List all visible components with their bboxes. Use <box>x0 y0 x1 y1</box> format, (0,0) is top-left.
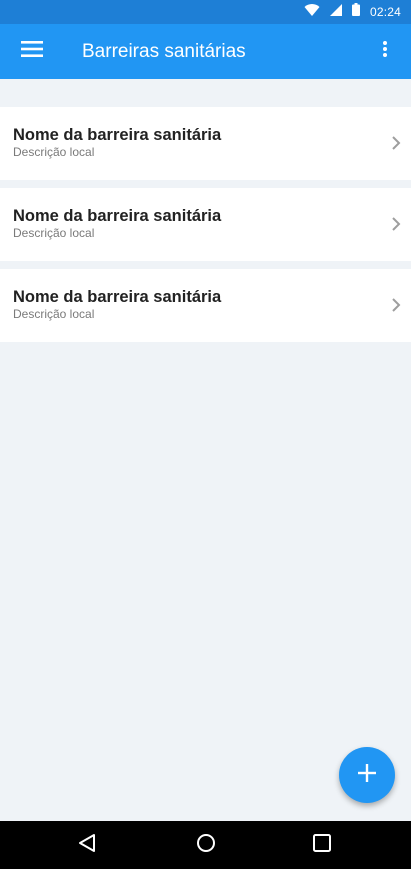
add-barrier-button[interactable] <box>339 747 395 803</box>
list-item[interactable]: Nome da barreira sanitária Descrição loc… <box>0 188 411 261</box>
item-subtitle: Descrição local <box>13 307 95 321</box>
chevron-right-icon <box>391 297 401 313</box>
wifi-icon <box>304 3 320 21</box>
more-options-button[interactable] <box>371 33 399 69</box>
plus-icon <box>358 763 376 787</box>
barrier-list: Nome da barreira sanitária Descrição loc… <box>0 107 411 350</box>
item-subtitle: Descrição local <box>13 226 95 240</box>
list-item[interactable]: Nome da barreira sanitária Descrição loc… <box>0 269 411 342</box>
item-subtitle: Descrição local <box>13 145 95 159</box>
status-icons: 02:24 <box>304 0 401 24</box>
status-time: 02:24 <box>369 5 401 19</box>
app-bar: Barreiras sanitárias <box>0 24 411 79</box>
chevron-right-icon <box>391 216 401 232</box>
back-button[interactable] <box>57 821 117 869</box>
status-bar: 02:24 <box>0 0 411 24</box>
system-nav-bar <box>0 821 411 869</box>
list-item[interactable]: Nome da barreira sanitária Descrição loc… <box>0 107 411 180</box>
item-title: Nome da barreira sanitária <box>13 288 222 306</box>
back-icon <box>77 833 97 858</box>
recents-icon <box>313 833 331 857</box>
signal-icon <box>329 3 342 21</box>
chevron-right-icon <box>391 135 401 151</box>
menu-button[interactable] <box>12 33 52 69</box>
battery-icon <box>351 3 360 21</box>
hamburger-menu-icon <box>21 40 43 62</box>
more-vertical-icon <box>383 40 387 62</box>
item-title: Nome da barreira sanitária <box>13 207 222 225</box>
home-button[interactable] <box>176 821 236 869</box>
item-title: Nome da barreira sanitária <box>13 126 222 144</box>
recents-button[interactable] <box>292 821 352 869</box>
page-title: Barreiras sanitárias <box>82 41 246 62</box>
home-icon <box>196 833 216 858</box>
